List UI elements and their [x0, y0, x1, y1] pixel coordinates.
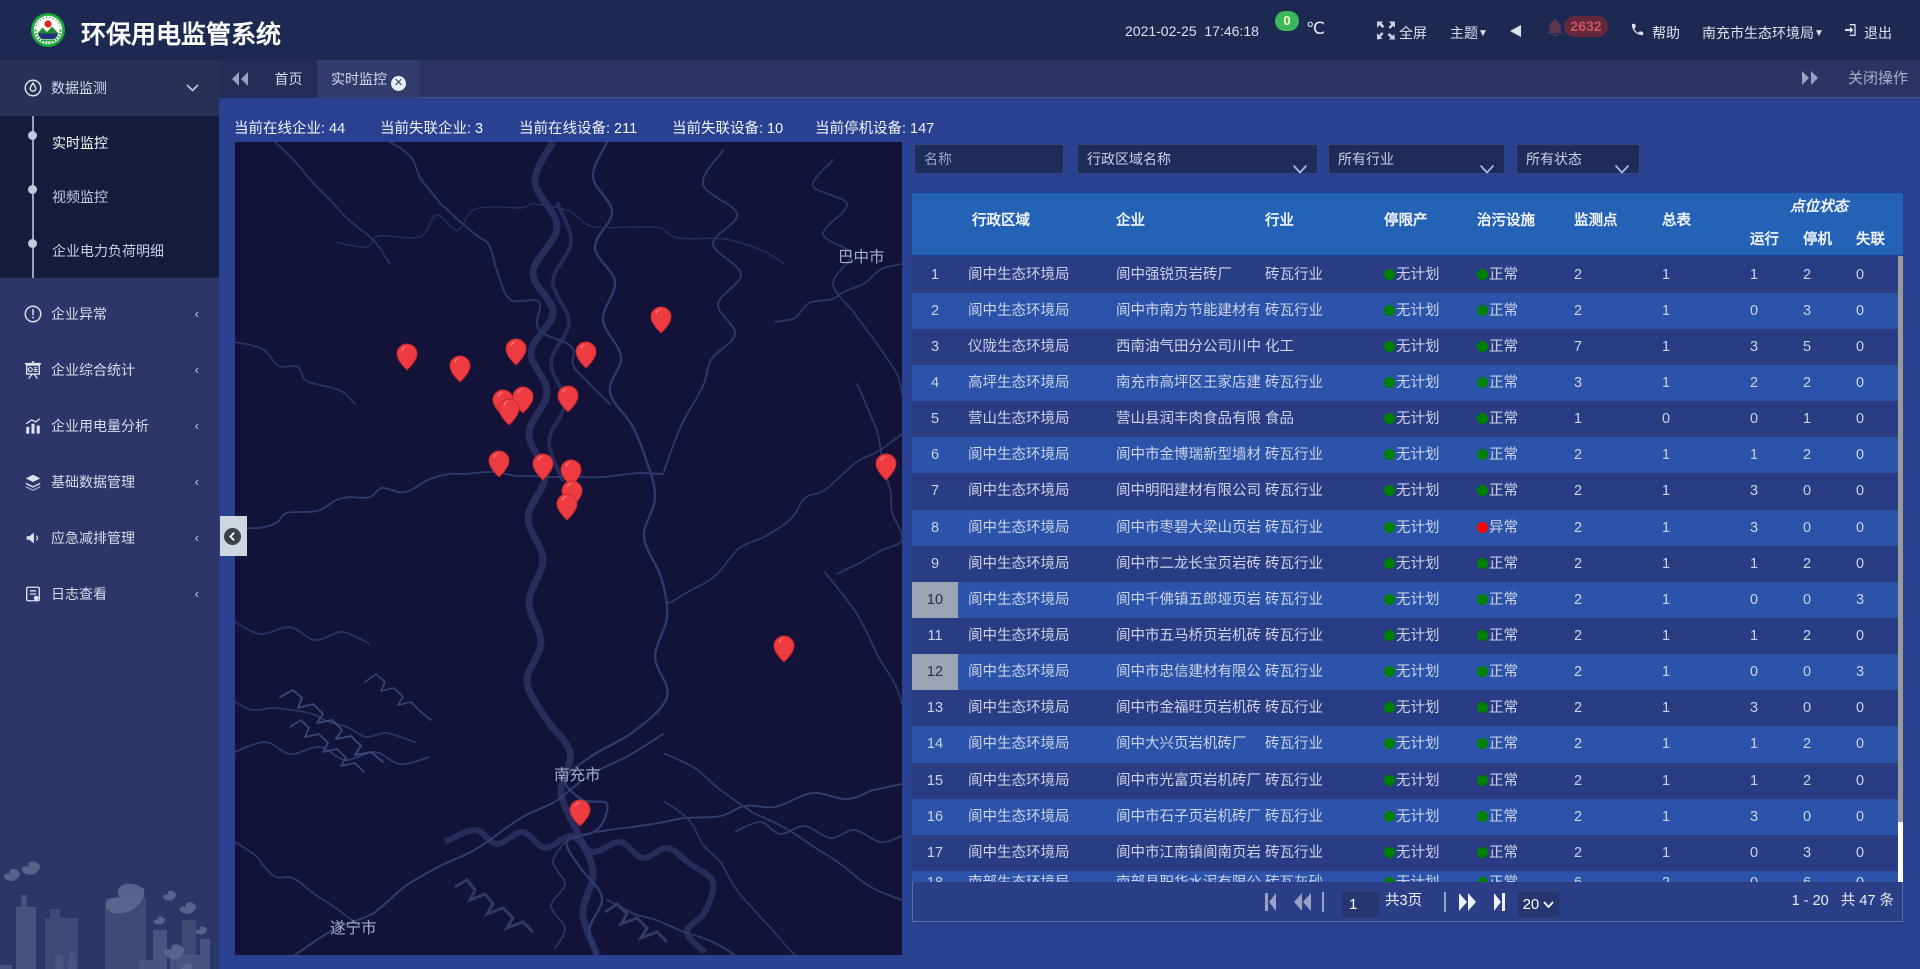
svg-text:遂宁市: 遂宁市 [330, 919, 377, 937]
svg-text:南充市: 南充市 [554, 766, 601, 784]
svg-text:巴中市: 巴中市 [838, 248, 885, 266]
